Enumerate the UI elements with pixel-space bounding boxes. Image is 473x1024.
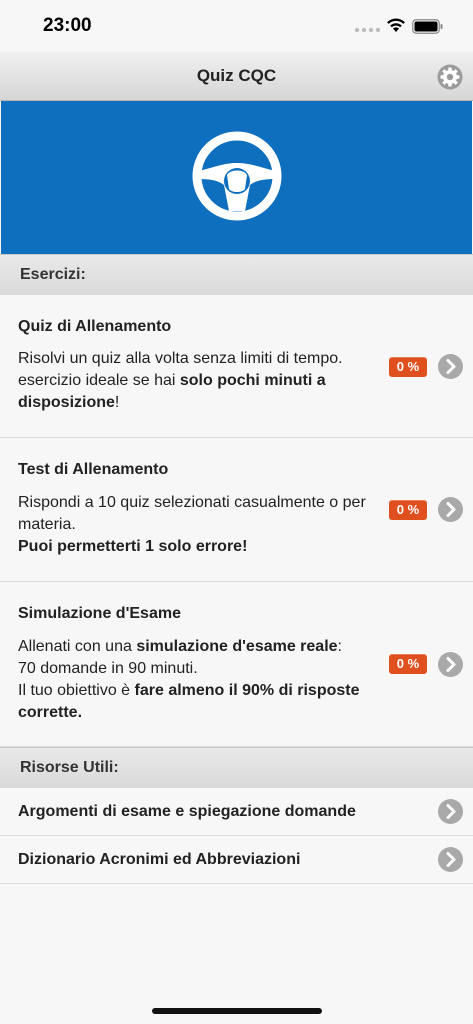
navigation-bar: Quiz CQC [0, 52, 473, 101]
wifi-icon [387, 18, 405, 32]
progress-badge: 0 % [389, 654, 427, 674]
resource-label: Dizionario Acronimi ed Abbreviazioni [18, 851, 301, 868]
exercise-row-simulazione-esame[interactable]: Simulazione d'Esame Allenati con una sim… [0, 582, 473, 747]
chevron-right-icon[interactable] [438, 652, 463, 677]
status-bar: 23:00 [0, 0, 473, 52]
page-title: Quiz CQC [196, 66, 277, 85]
section-header-resources: Risorse Utili: [0, 747, 473, 789]
steering-wheel-icon [192, 131, 282, 221]
progress-badge: 0 % [389, 357, 427, 377]
row-title: Simulazione d'Esame [18, 605, 181, 622]
home-indicator [152, 1008, 322, 1014]
chevron-right-icon[interactable] [438, 847, 463, 872]
chevron-right-icon[interactable] [438, 354, 463, 379]
progress-badge: 0 % [389, 500, 427, 520]
row-description: Allenati con una simulazione d'esame rea… [18, 638, 360, 721]
chevron-right-icon[interactable] [438, 497, 463, 522]
resource-label: Argomenti di esame e spiegazione domande [18, 803, 356, 820]
section-title: Risorse Utili: [20, 759, 119, 776]
section-header-exercises: Esercizi: [0, 254, 473, 296]
battery-icon [412, 19, 443, 34]
resource-row-dizionario[interactable]: Dizionario Acronimi ed Abbreviazioni [0, 836, 473, 884]
row-description: Rispondi a 10 quiz selezionati casualmen… [18, 494, 366, 555]
exercise-row-quiz-allenamento[interactable]: Quiz di Allenamento Risolvi un quiz alla… [0, 295, 473, 438]
resource-row-argomenti[interactable]: Argomenti di esame e spiegazione domande [0, 788, 473, 836]
row-description: Risolvi un quiz alla volta senza limiti … [18, 350, 343, 411]
row-title: Quiz di Allenamento [18, 318, 172, 335]
signal-icon [354, 27, 380, 33]
status-time: 23:00 [43, 15, 92, 36]
row-title: Test di Allenamento [18, 461, 169, 478]
exercise-row-test-allenamento[interactable]: Test di Allenamento Rispondi a 10 quiz s… [0, 438, 473, 582]
header-banner [1, 101, 472, 254]
chevron-right-icon[interactable] [438, 799, 463, 824]
gear-icon[interactable] [437, 64, 463, 90]
section-title: Esercizi: [20, 266, 86, 283]
